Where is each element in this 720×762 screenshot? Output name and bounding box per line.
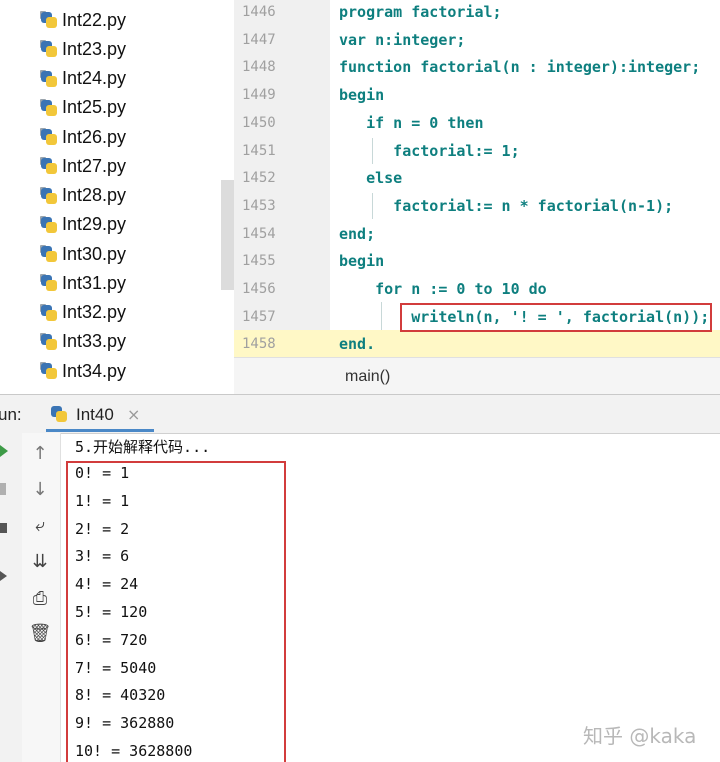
tree-item-label: Int22.py	[62, 9, 127, 30]
code-line[interactable]: program factorial;	[339, 3, 502, 21]
python-file-icon	[50, 405, 68, 423]
code-line[interactable]: begin	[339, 252, 384, 270]
tree-item-label: Int29.py	[62, 214, 127, 235]
indent-guide	[372, 138, 373, 164]
code-line[interactable]: begin	[339, 86, 384, 104]
scroll-down-icon[interactable]: ↓	[27, 478, 53, 502]
code-line[interactable]: factorial:= n * factorial(n-1);	[339, 197, 673, 215]
python-file-icon	[40, 157, 58, 175]
tree-item[interactable]: Int29.py	[40, 212, 126, 238]
line-number: 1451	[242, 142, 276, 159]
tree-item-label: Int33.py	[62, 331, 127, 352]
rerun-icon[interactable]	[0, 445, 8, 457]
python-file-icon	[40, 274, 58, 292]
code-line[interactable]: end;	[339, 225, 375, 243]
code-line[interactable]: else	[339, 169, 402, 187]
indent-guide	[372, 193, 373, 219]
run-tab-title: Int40	[76, 405, 114, 424]
trash-icon[interactable]: 🗑	[27, 622, 53, 646]
scroll-up-icon[interactable]: ↑	[27, 442, 53, 466]
line-number: 1458	[242, 336, 276, 353]
writeln-highlight-box	[400, 303, 712, 332]
tree-item[interactable]: Int30.py	[40, 241, 126, 267]
tree-item-label: Int30.py	[62, 243, 127, 264]
watermark: 知乎 @kaka	[583, 724, 697, 748]
breadcrumb-bar	[234, 357, 720, 395]
python-file-icon	[40, 11, 58, 29]
line-number: 1453	[242, 197, 276, 214]
python-file-icon	[40, 98, 58, 117]
scroll-to-end-icon[interactable]: ⇊	[27, 550, 53, 574]
output-highlight-box	[66, 461, 286, 762]
indent-guide	[381, 302, 382, 330]
stop-icon[interactable]	[0, 483, 6, 495]
soft-wrap-icon[interactable]: ⤶	[27, 514, 53, 538]
line-number: 1448	[242, 59, 276, 76]
python-file-icon	[40, 332, 58, 351]
tree-item[interactable]: Int25.py	[40, 95, 126, 121]
code-line[interactable]: var n:integer;	[339, 31, 465, 49]
line-number: 1454	[242, 225, 276, 242]
tree-item[interactable]: Int27.py	[40, 153, 126, 179]
line-number: 1452	[242, 170, 276, 187]
python-file-icon	[40, 128, 58, 146]
pin-icon[interactable]	[0, 571, 7, 581]
tree-item-label: Int25.py	[62, 97, 127, 118]
console-header-line: 5.开始解释代码...	[75, 438, 211, 456]
code-line[interactable]: if n = 0 then	[339, 114, 483, 132]
line-number: 1457	[242, 308, 276, 325]
code-line[interactable]: end.	[339, 335, 375, 353]
python-file-icon	[40, 186, 58, 205]
python-file-icon	[40, 303, 58, 322]
tree-item[interactable]: Int34.py	[40, 358, 126, 384]
tree-item-label: Int27.py	[62, 155, 127, 176]
tree-item-label: Int28.py	[62, 185, 127, 205]
tree-item[interactable]: Int31.py	[40, 270, 126, 296]
current-line-highlight	[330, 330, 720, 357]
breadcrumb[interactable]: main()	[345, 368, 390, 386]
tree-item[interactable]: Int24.py	[40, 66, 126, 92]
tree-scrollbar[interactable]	[221, 180, 234, 290]
line-number: 1446	[242, 4, 276, 20]
tree-item[interactable]: Int32.py	[40, 300, 126, 326]
run-left-toolbar	[0, 433, 23, 762]
tree-item-label: Int31.py	[62, 272, 127, 293]
python-file-icon	[40, 362, 58, 380]
tree-item[interactable]: Int33.py	[40, 329, 126, 355]
tree-item-label: Int23.py	[62, 38, 127, 59]
line-number: 1449	[242, 87, 276, 104]
tree-item-label: Int32.py	[62, 302, 127, 322]
close-tab-icon[interactable]: ×	[127, 405, 140, 424]
line-number: 1456	[242, 281, 276, 297]
layout-icon[interactable]	[0, 523, 7, 533]
tree-item[interactable]: Int23.py	[40, 36, 126, 62]
code-line[interactable]: factorial:= 1;	[339, 142, 519, 160]
python-file-icon	[40, 40, 58, 58]
line-number: 1455	[242, 253, 276, 270]
tree-item[interactable]: Int28.py	[40, 183, 126, 209]
python-file-icon	[40, 215, 58, 234]
tree-item-label: Int26.py	[62, 126, 127, 147]
python-file-icon	[40, 245, 58, 263]
line-number: 1447	[242, 31, 276, 48]
python-file-icon	[40, 69, 58, 88]
line-number: 1450	[242, 114, 276, 131]
tree-item[interactable]: Int26.py	[40, 124, 126, 150]
code-line[interactable]: function factorial(n : integer):integer;	[339, 58, 700, 76]
code-line[interactable]: for n := 0 to 10 do	[339, 280, 547, 298]
run-label: un:	[0, 405, 22, 424]
tree-item-label: Int24.py	[62, 68, 127, 88]
tree-item[interactable]: Int22.py	[40, 7, 126, 33]
print-icon[interactable]: ⎙	[27, 587, 53, 611]
tree-item-label: Int34.py	[62, 360, 127, 381]
